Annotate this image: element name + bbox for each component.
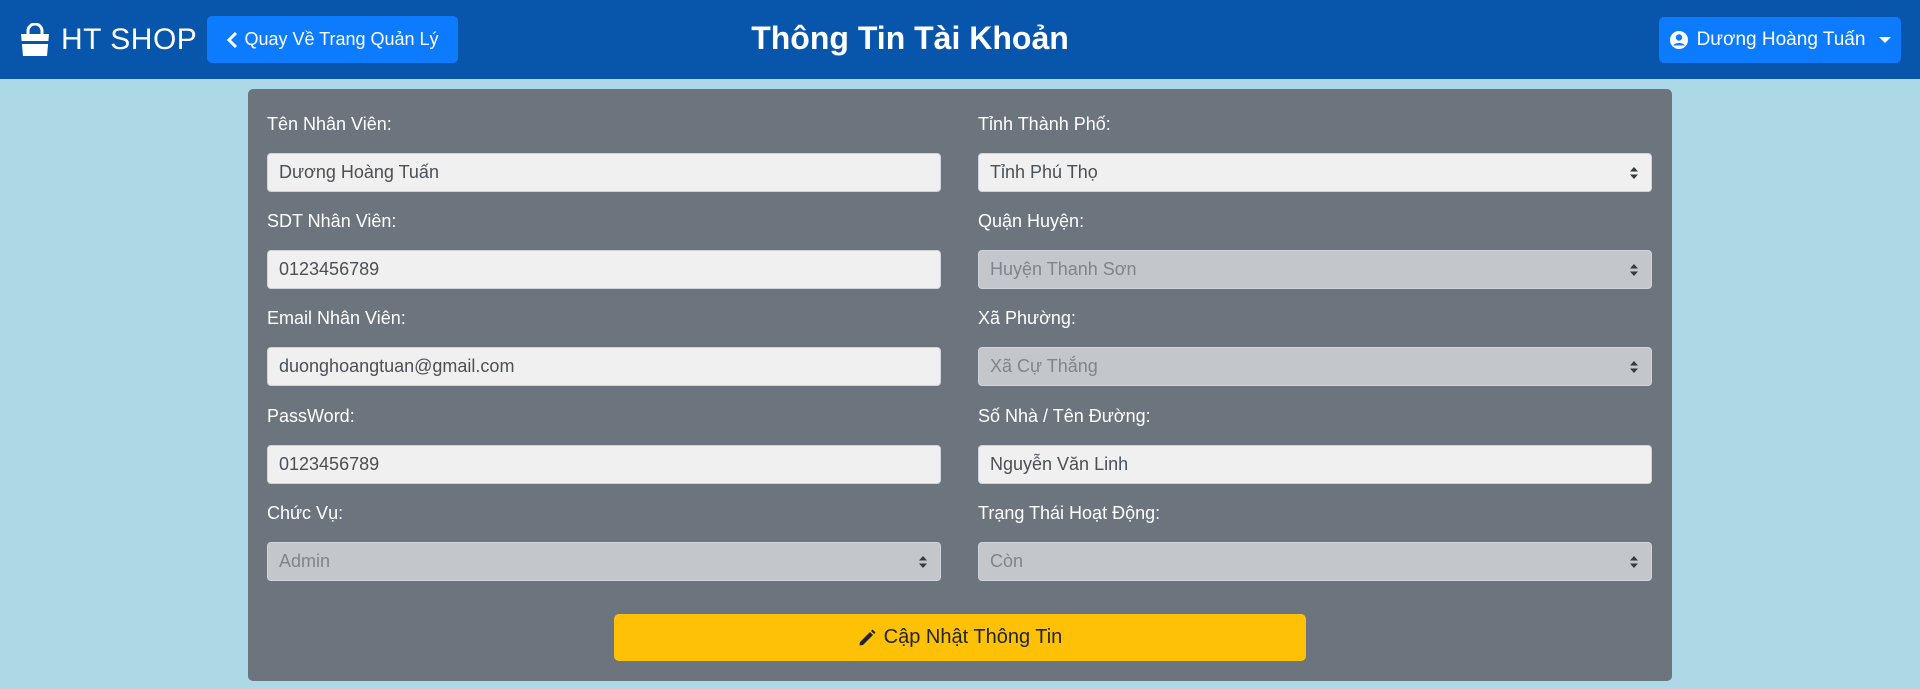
user-name: Dương Hoàng Tuấn bbox=[1696, 29, 1866, 50]
password-group: PassWord: 0123456789 bbox=[267, 403, 941, 484]
employee-phone-label: SDT Nhân Viên: bbox=[267, 211, 397, 231]
sort-arrows-icon bbox=[919, 556, 927, 568]
position-select[interactable]: Admin bbox=[267, 542, 941, 581]
status-select-value: Còn bbox=[990, 551, 1024, 571]
employee-phone-input[interactable]: 0123456789 bbox=[267, 250, 941, 289]
page-title: Thông Tin Tài Khoản bbox=[751, 20, 1069, 56]
district-select-value: Huyện Thanh Sơn bbox=[990, 259, 1137, 279]
employee-name-label: Tên Nhân Viên: bbox=[267, 114, 392, 134]
ward-group: Xã Phường: Xã Cự Thắng bbox=[978, 305, 1652, 386]
employee-email-group: Email Nhân Viên: duonghoangtuan@gmail.co… bbox=[267, 305, 941, 386]
employee-name-input[interactable]: Dương Hoàng Tuấn bbox=[267, 153, 941, 192]
account-info-card: Tên Nhân Viên: Dương Hoàng Tuấn SDT Nhân… bbox=[248, 89, 1672, 681]
province-label: Tỉnh Thành Phố: bbox=[978, 114, 1111, 134]
sort-arrows-icon bbox=[1630, 264, 1638, 276]
street-input[interactable]: Nguyễn Văn Linh bbox=[978, 445, 1652, 484]
position-label: Chức Vụ: bbox=[267, 503, 344, 523]
province-select-value: Tỉnh Phú Thọ bbox=[990, 162, 1098, 182]
employee-name-group: Tên Nhân Viên: Dương Hoàng Tuấn bbox=[267, 111, 941, 192]
user-circle-icon bbox=[1669, 31, 1688, 49]
street-label: Số Nhà / Tên Đường: bbox=[978, 406, 1151, 426]
sort-arrows-icon bbox=[1630, 361, 1638, 373]
district-group: Quận Huyện: Huyện Thanh Sơn bbox=[978, 208, 1652, 289]
password-label: PassWord: bbox=[267, 406, 355, 426]
top-navbar: HT SHOP Quay Về Trang Quản Lý Thông Tin … bbox=[0, 0, 1920, 79]
user-menu-dropdown[interactable]: Dương Hoàng Tuấn bbox=[1659, 17, 1901, 63]
caret-down-icon bbox=[1879, 37, 1892, 43]
province-group: Tỉnh Thành Phố: Tỉnh Phú Thọ bbox=[978, 111, 1652, 192]
status-label: Trạng Thái Hoạt Động: bbox=[978, 503, 1161, 523]
status-select[interactable]: Còn bbox=[978, 542, 1652, 581]
ward-label: Xã Phường: bbox=[978, 308, 1076, 328]
ward-select-value: Xã Cự Thắng bbox=[990, 356, 1098, 376]
sort-arrows-icon bbox=[1630, 556, 1638, 568]
update-info-button[interactable]: Cập Nhật Thông Tin bbox=[614, 614, 1306, 661]
password-input[interactable]: 0123456789 bbox=[267, 445, 941, 484]
street-group: Số Nhà / Tên Đường: Nguyễn Văn Linh bbox=[978, 403, 1652, 484]
position-group: Chức Vụ: Admin bbox=[267, 500, 941, 581]
province-select[interactable]: Tỉnh Phú Thọ bbox=[978, 153, 1652, 192]
district-label: Quận Huyện: bbox=[978, 211, 1085, 231]
sort-arrows-icon bbox=[1630, 167, 1638, 179]
employee-phone-group: SDT Nhân Viên: 0123456789 bbox=[267, 208, 941, 289]
ward-select[interactable]: Xã Cự Thắng bbox=[978, 347, 1652, 386]
employee-email-label: Email Nhân Viên: bbox=[267, 308, 406, 328]
update-button-label: Cập Nhật Thông Tin bbox=[883, 626, 1063, 648]
district-select[interactable]: Huyện Thanh Sơn bbox=[978, 250, 1652, 289]
status-group: Trạng Thái Hoạt Động: Còn bbox=[978, 500, 1652, 581]
pencil-icon bbox=[859, 629, 876, 645]
employee-email-input[interactable]: duonghoangtuan@gmail.com bbox=[267, 347, 941, 386]
position-select-value: Admin bbox=[279, 551, 331, 571]
